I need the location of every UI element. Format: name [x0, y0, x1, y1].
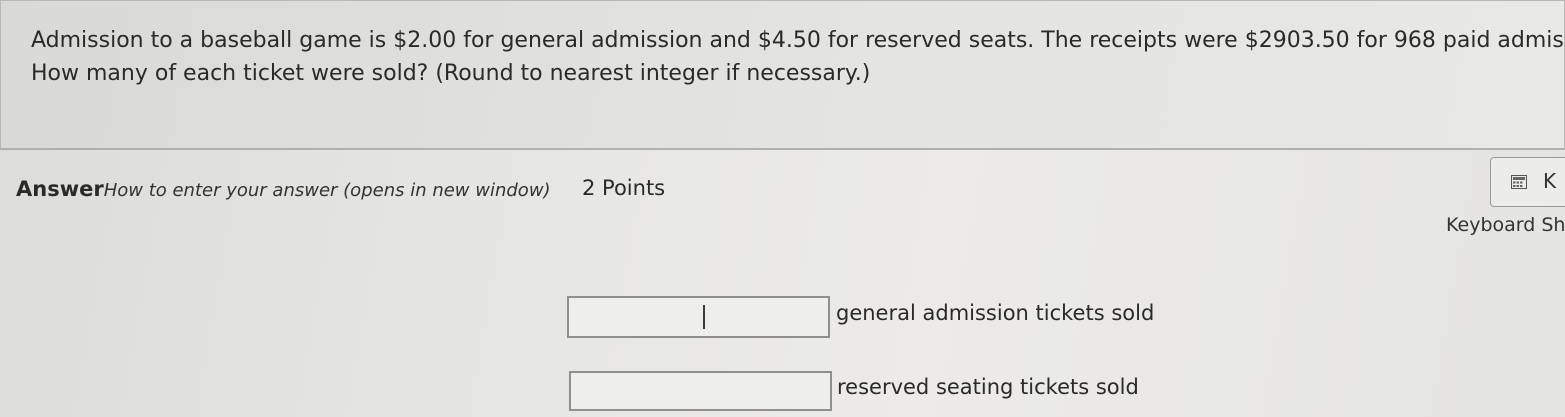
text-cursor — [703, 305, 705, 329]
reserved-seating-label: reserved seating tickets sold — [837, 375, 1139, 399]
answer-header: AnswerHow to enter your answer (opens in… — [16, 177, 551, 201]
reserved-seating-input[interactable] — [569, 371, 832, 411]
question-text-line-1: Admission to a baseball game is $2.00 fo… — [31, 28, 1565, 53]
question-text-line-2: How many of each ticket were sold? (Roun… — [31, 61, 871, 86]
answer-label: Answer — [16, 177, 104, 201]
question-panel: Admission to a baseball game is $2.00 fo… — [0, 0, 1565, 150]
keyboard-shortcuts-label: Keyboard Sh — [1446, 214, 1565, 236]
how-to-enter-answer-link[interactable]: How to enter your answer (opens in new w… — [104, 180, 551, 201]
general-admission-label: general admission tickets sold — [836, 301, 1155, 325]
keyboard-shortcuts-button[interactable]: K — [1490, 157, 1565, 207]
calculator-icon — [1511, 175, 1527, 189]
general-admission-input[interactable] — [567, 296, 830, 338]
keyboard-button-text: K — [1543, 169, 1557, 193]
points-label: 2 Points — [582, 176, 666, 200]
